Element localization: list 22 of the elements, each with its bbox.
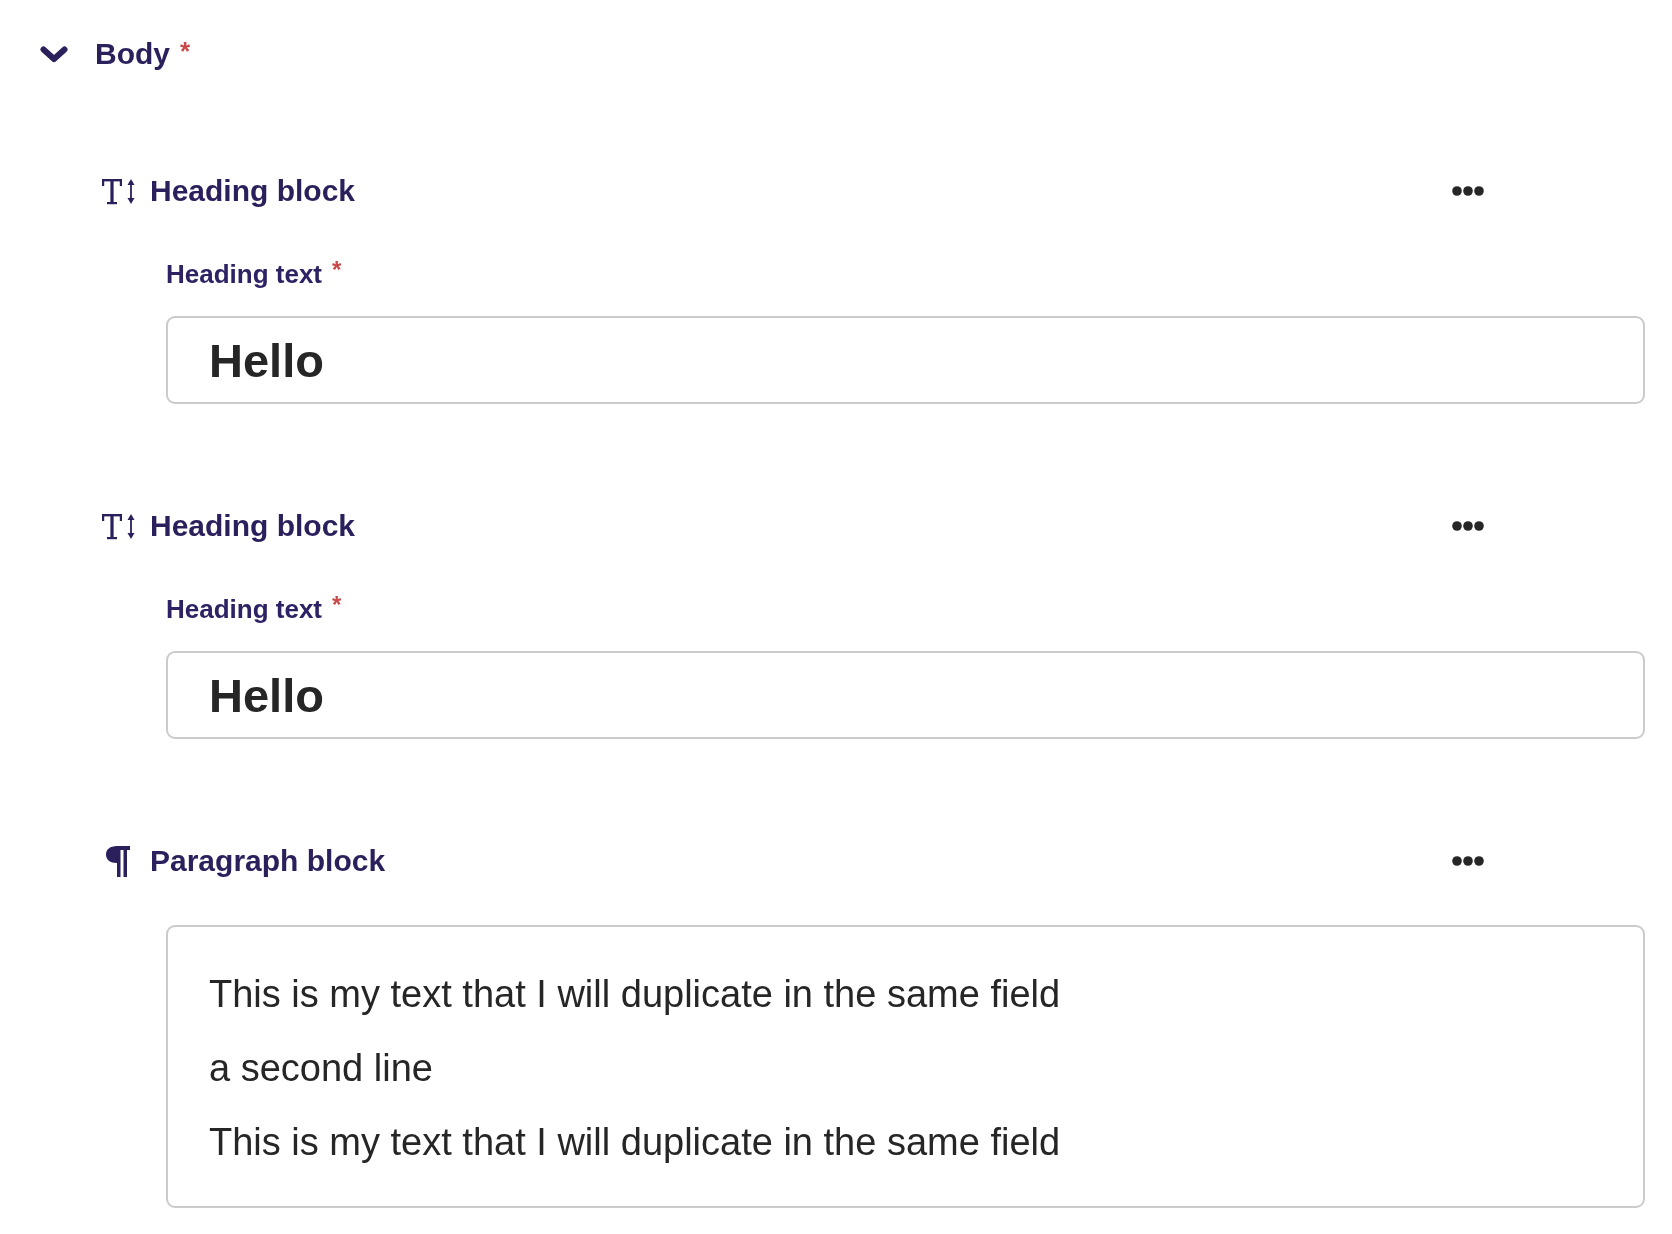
pilcrow-icon — [106, 845, 130, 877]
text-size-icon — [101, 512, 135, 540]
more-icon[interactable] — [1452, 186, 1484, 196]
more-icon[interactable] — [1452, 856, 1484, 866]
required-mark: * — [180, 36, 191, 66]
field-label: Heading text — [166, 258, 323, 290]
heading-input[interactable]: Hello — [166, 316, 1645, 404]
required-mark: * — [332, 255, 342, 285]
more-icon[interactable] — [1452, 521, 1484, 531]
paragraph-line: This is my text that I will duplicate in the same field — [209, 1120, 1061, 1165]
rich-text-field[interactable]: This is my text that I will duplicate in the same field a second line This is my text that I will duplicate in the same field — [166, 925, 1645, 1208]
field-label: Heading text — [166, 593, 323, 625]
chevron-icon[interactable] — [40, 45, 68, 63]
text-size-icon — [101, 177, 135, 205]
block-title: Paragraph block — [150, 843, 386, 879]
section-title: Body — [95, 36, 170, 72]
paragraph-line: a second line — [209, 1046, 433, 1091]
required-mark: * — [332, 590, 342, 620]
paragraph-line: This is my text that I will duplicate in the same field — [209, 972, 1061, 1017]
block-title: Heading block — [150, 508, 356, 544]
heading-input[interactable]: Hello — [166, 651, 1645, 739]
block-title: Heading block — [150, 173, 356, 209]
